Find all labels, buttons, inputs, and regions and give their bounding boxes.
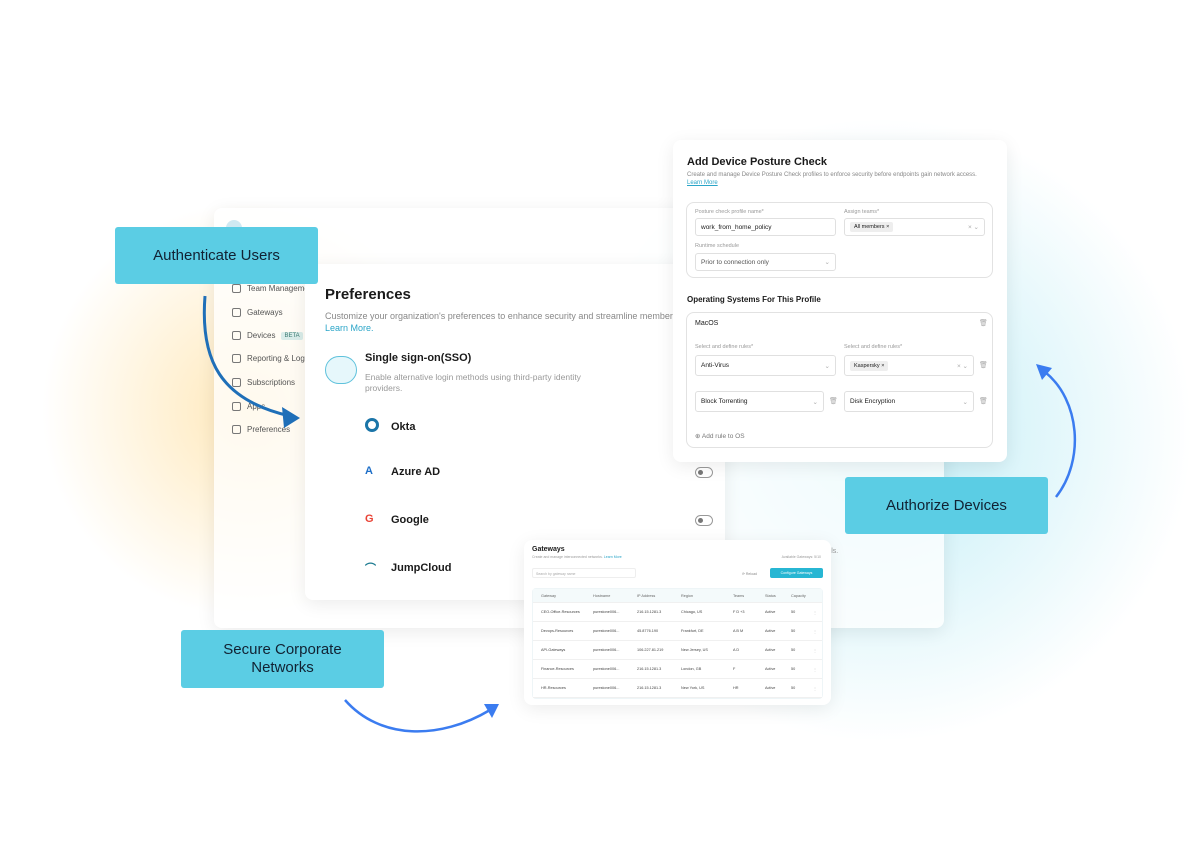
arrow-authenticate (202, 295, 291, 418)
arrow-authorize (1044, 371, 1077, 498)
arrow-secure (344, 699, 491, 733)
arrowhead (282, 407, 300, 428)
arrows (202, 295, 1077, 733)
